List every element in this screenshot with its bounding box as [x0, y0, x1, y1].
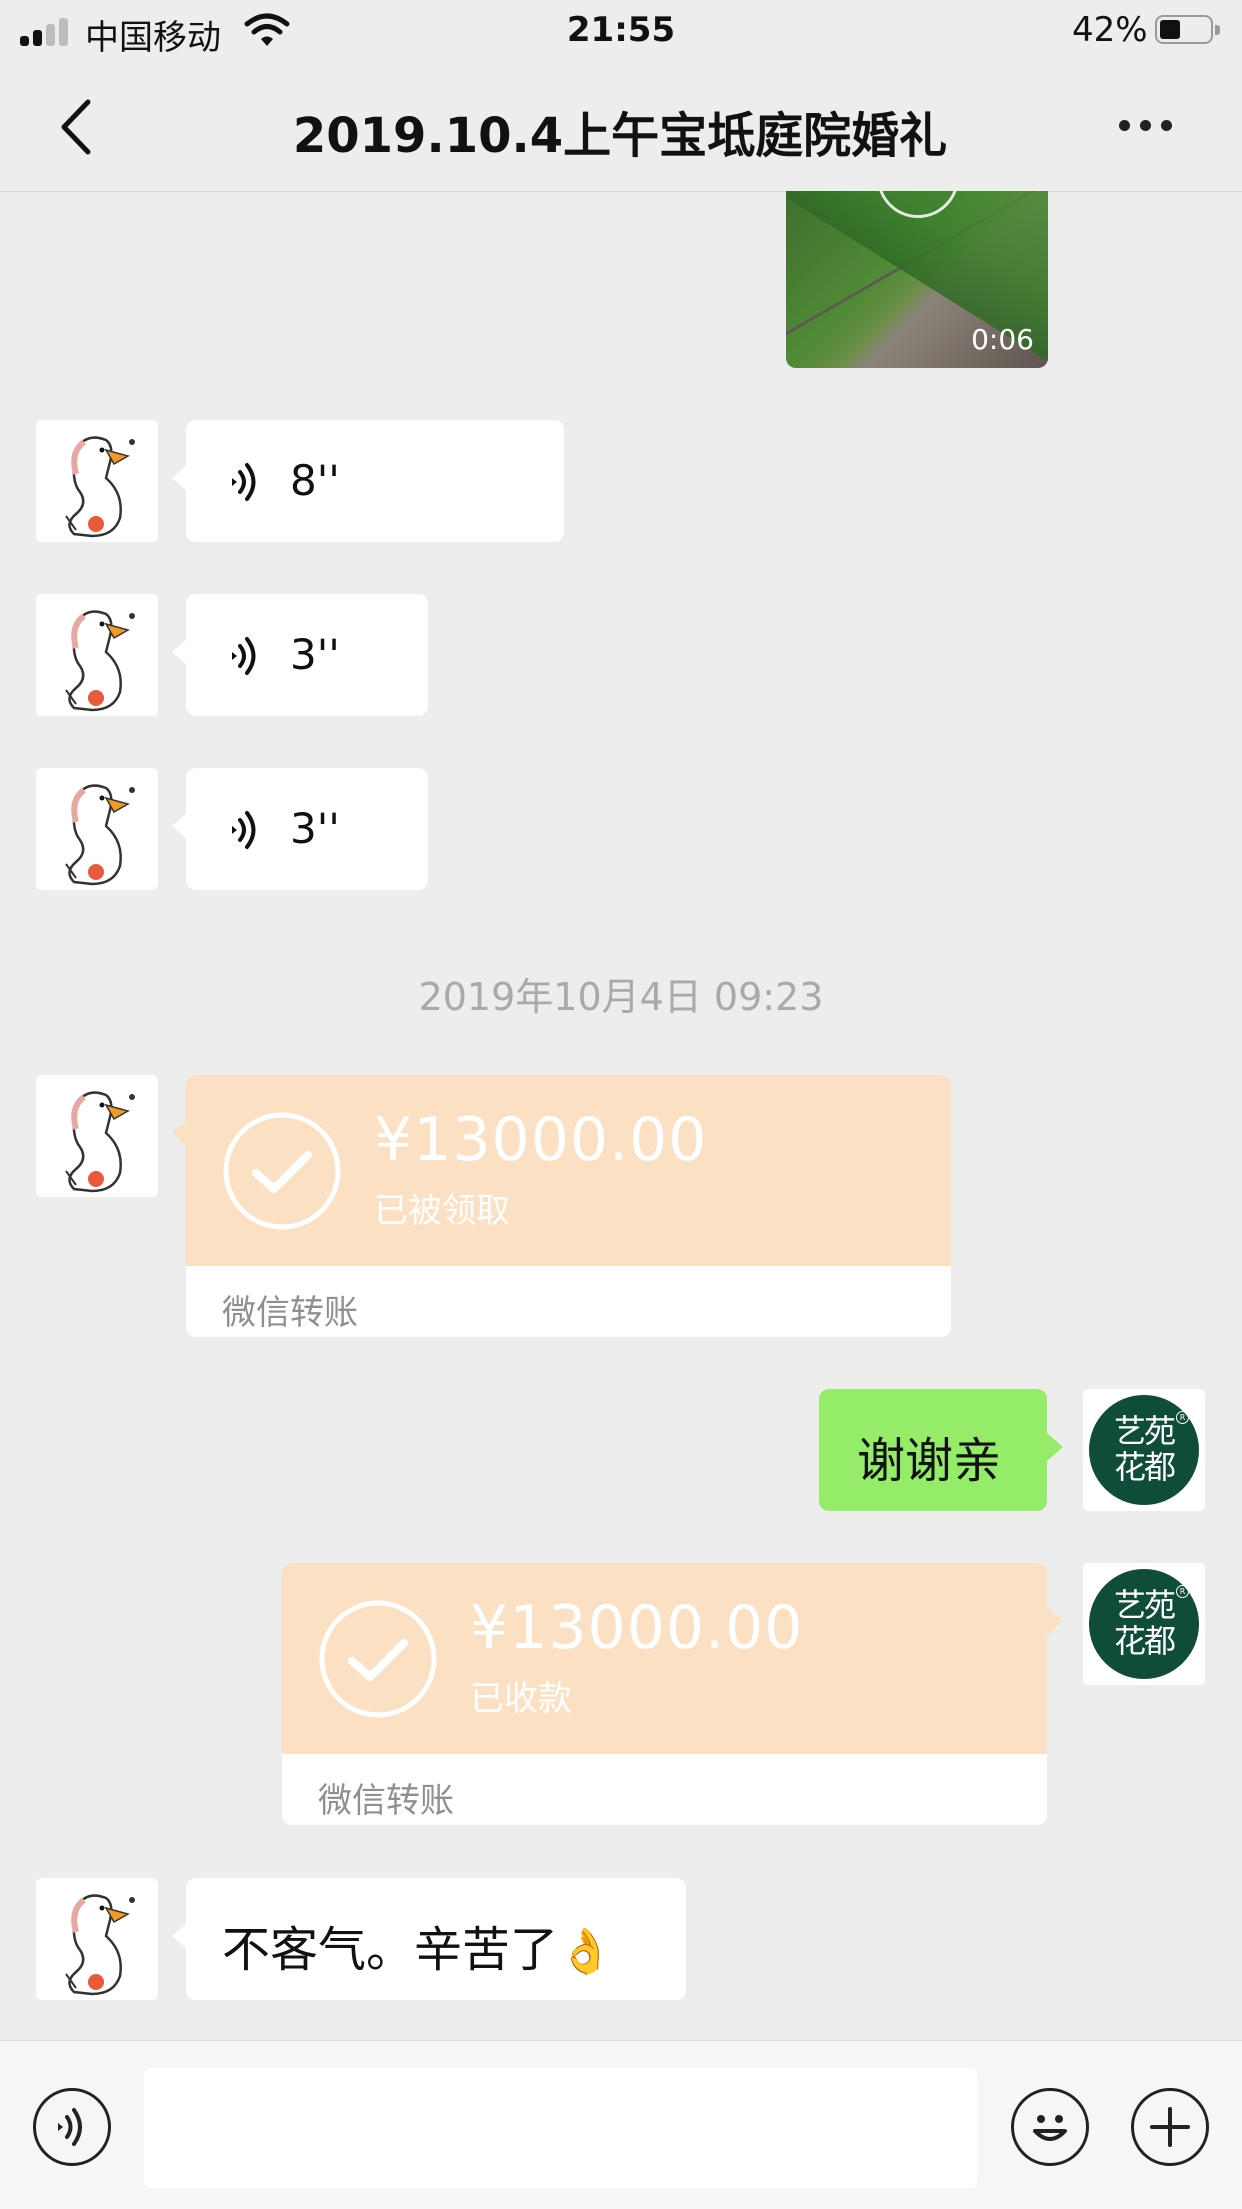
contact-avatar[interactable] — [36, 1878, 158, 2000]
contact-avatar[interactable] — [36, 420, 158, 542]
voice-message-bubble[interactable]: 3'' — [172, 594, 428, 716]
message-text: 谢谢亲 — [857, 1433, 1002, 1489]
more-actions-button[interactable] — [1131, 2088, 1209, 2166]
wechat-transfer-card[interactable]: ¥13000.00 已收款 微信转账 — [282, 1563, 1063, 1825]
input-toolbar — [0, 2040, 1242, 2209]
registered-mark-icon: R — [1176, 1411, 1189, 1424]
emoji-button[interactable] — [1011, 2088, 1089, 2166]
duck-avatar-image — [65, 1894, 135, 1996]
message-input[interactable] — [144, 2068, 978, 2188]
smiley-icon — [1033, 2115, 1067, 2141]
transfer-amount: ¥13000.00 — [374, 1105, 708, 1175]
wechat-transfer-card[interactable]: ¥13000.00 已被领取 微信转账 — [172, 1075, 951, 1337]
voice-wave-icon — [232, 463, 256, 501]
voice-message-bubble[interactable]: 3'' — [172, 768, 428, 890]
my-avatar[interactable]: 艺苑 花都 R — [1083, 1389, 1205, 1511]
plus-icon — [1150, 2107, 1190, 2147]
chat-header: 2019.10.4上午宝坻庭院婚礼 — [0, 62, 1242, 192]
contact-avatar[interactable] — [36, 768, 158, 890]
more-options-icon[interactable] — [1115, 116, 1175, 136]
chat-title: 2019.10.4上午宝坻庭院婚礼 — [292, 108, 948, 164]
duck-avatar-image — [65, 610, 135, 712]
voice-duration: 8'' — [290, 456, 340, 505]
video-duration: 0:06 — [971, 323, 1034, 356]
my-avatar[interactable]: 艺苑 花都 R — [1083, 1563, 1205, 1685]
contact-avatar[interactable] — [36, 1075, 158, 1197]
status-time: 21:55 — [566, 10, 676, 50]
transfer-footer-label: 微信转账 — [222, 1293, 358, 1333]
voice-duration: 3'' — [290, 804, 340, 853]
brand-logo-line2: 花都 — [1113, 1622, 1176, 1660]
video-message-thumbnail[interactable]: 0:06 — [786, 191, 1048, 368]
voice-duration: 3'' — [290, 630, 340, 679]
voice-wave-icon — [232, 811, 256, 849]
incoming-text-bubble[interactable]: 不客气。辛苦了👌 — [172, 1878, 686, 2000]
ok-hand-emoji-icon: 👌 — [558, 1926, 613, 1977]
message-text-content: 不客气。辛苦了 — [222, 1922, 559, 1978]
status-bar: 中国移动 21:55 42% — [0, 0, 1242, 62]
transfer-footer-label: 微信转账 — [318, 1781, 454, 1821]
message-text: 不客气。辛苦了👌 — [222, 1910, 613, 1980]
transfer-status: 已收款 — [470, 1679, 572, 1719]
check-circle-icon — [319, 1600, 437, 1718]
registered-mark-icon: R — [1176, 1585, 1189, 1598]
battery-percent: 42% — [1072, 10, 1148, 50]
duck-avatar-image — [65, 784, 135, 886]
message-timestamp: 2019年10月4日 09:23 — [418, 975, 824, 1019]
transfer-amount: ¥13000.00 — [470, 1593, 804, 1663]
duck-avatar-image — [65, 436, 135, 538]
back-chevron-icon[interactable] — [56, 98, 96, 156]
check-circle-icon — [223, 1112, 341, 1230]
battery-icon — [1155, 15, 1221, 46]
duck-avatar-image — [65, 1091, 135, 1193]
voice-wave-icon — [232, 637, 256, 675]
voice-input-toggle-button[interactable] — [33, 2088, 111, 2166]
transfer-status: 已被领取 — [374, 1191, 510, 1231]
voice-message-bubble[interactable]: 8'' — [172, 420, 564, 542]
contact-avatar[interactable] — [36, 594, 158, 716]
voice-wave-icon — [58, 2108, 82, 2146]
outgoing-text-bubble[interactable]: 谢谢亲 — [819, 1389, 1063, 1511]
brand-logo-line2: 花都 — [1113, 1448, 1176, 1486]
